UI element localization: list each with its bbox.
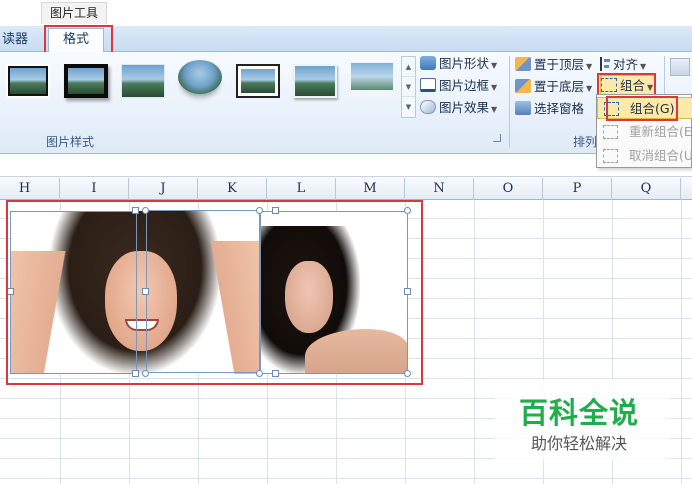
picture-shape-icon — [420, 56, 436, 70]
selection-pane-label: 选择窗格 — [534, 101, 585, 116]
chevron-down-icon: ▼ — [586, 84, 593, 93]
picture-border-icon — [420, 78, 436, 92]
tab-reader[interactable]: 读器 — [0, 30, 28, 50]
group-menu-item-highlight — [606, 96, 678, 121]
picture-styles-group-label: 图片样式 — [45, 135, 94, 149]
watermark-title: 百科全说 — [518, 396, 639, 430]
watermark: 百科全说 助你轻松解决 — [494, 380, 670, 460]
column-header[interactable]: O — [474, 178, 543, 200]
menu-item-ungroup[interactable]: 取消组合(U) — [597, 145, 692, 167]
picture-style-thumb-6[interactable] — [293, 64, 337, 98]
menu-item-regroup[interactable]: 重新组合(E) — [597, 121, 692, 143]
dialog-launcher-icon[interactable] — [493, 134, 501, 142]
chevron-down-icon: ▼ — [491, 83, 498, 92]
column-header[interactable]: L — [267, 178, 336, 200]
align-icon — [600, 57, 610, 71]
styles-gallery-scroll[interactable]: ▲ ▼ ▼ — [401, 56, 416, 118]
picture-border-button[interactable]: 图片边框 ▼ — [420, 76, 497, 96]
send-to-back-icon — [515, 79, 531, 93]
picture-shape-button[interactable]: 图片形状 ▼ — [420, 54, 497, 74]
bring-to-front-button[interactable]: 置于顶层 ▼ — [515, 55, 592, 75]
picture-style-thumb-4-oval[interactable] — [178, 60, 222, 94]
selection-pane-button[interactable]: 选择窗格 — [515, 99, 584, 119]
column-header-row: H I J K L M N O P Q — [0, 178, 692, 200]
bring-to-front-label: 置于顶层 — [534, 57, 585, 72]
picture-shape-label: 图片形状 — [439, 56, 490, 71]
gallery-up-icon[interactable]: ▲ — [402, 57, 415, 77]
picture-tools-context-label: 图片工具 — [41, 2, 107, 24]
picture-style-thumb-3[interactable] — [121, 64, 165, 98]
chevron-down-icon: ▼ — [491, 61, 498, 70]
menu-item-ungroup-label: 取消组合(U) — [629, 148, 692, 163]
picture-border-label: 图片边框 — [439, 78, 490, 93]
formula-bar — [0, 155, 692, 177]
bring-to-front-icon — [515, 57, 531, 71]
column-header[interactable]: N — [405, 178, 474, 200]
chevron-down-icon: ▼ — [640, 62, 647, 71]
picture-effects-icon — [420, 100, 436, 114]
format-tab-highlight — [44, 25, 113, 54]
picture-style-thumb-5[interactable] — [236, 64, 280, 98]
column-header[interactable]: M — [336, 178, 405, 200]
align-button[interactable]: 对齐 ▼ — [600, 55, 646, 75]
gallery-more-icon[interactable]: ▼ — [402, 97, 415, 117]
column-header[interactable]: Q — [612, 178, 681, 200]
column-header[interactable]: I — [60, 178, 129, 200]
crop-icon[interactable] — [670, 58, 690, 76]
picture-style-thumb-7[interactable] — [350, 62, 394, 96]
column-header[interactable]: K — [198, 178, 267, 200]
column-header[interactable]: P — [543, 178, 612, 200]
send-to-back-label: 置于底层 — [534, 79, 585, 94]
picture-effects-label: 图片效果 — [439, 100, 490, 115]
pictures-highlight — [6, 200, 423, 385]
send-to-back-button[interactable]: 置于底层 ▼ — [515, 77, 592, 97]
gallery-down-icon[interactable]: ▼ — [402, 77, 415, 97]
picture-effects-button[interactable]: 图片效果 ▼ — [420, 98, 497, 118]
ungroup-icon — [603, 149, 618, 163]
column-header[interactable]: J — [129, 178, 198, 200]
watermark-subtitle: 助你轻松解决 — [530, 434, 627, 453]
column-header[interactable]: H — [0, 178, 60, 200]
picture-style-thumb-2[interactable] — [64, 64, 108, 98]
selection-pane-icon — [515, 101, 531, 115]
chevron-down-icon: ▼ — [586, 62, 593, 71]
chevron-down-icon: ▼ — [491, 105, 498, 114]
picture-style-thumb-1[interactable] — [6, 64, 50, 98]
group-separator — [509, 56, 510, 148]
align-label: 对齐 — [613, 57, 639, 72]
menu-item-regroup-label: 重新组合(E) — [629, 124, 692, 139]
regroup-icon — [603, 125, 618, 139]
